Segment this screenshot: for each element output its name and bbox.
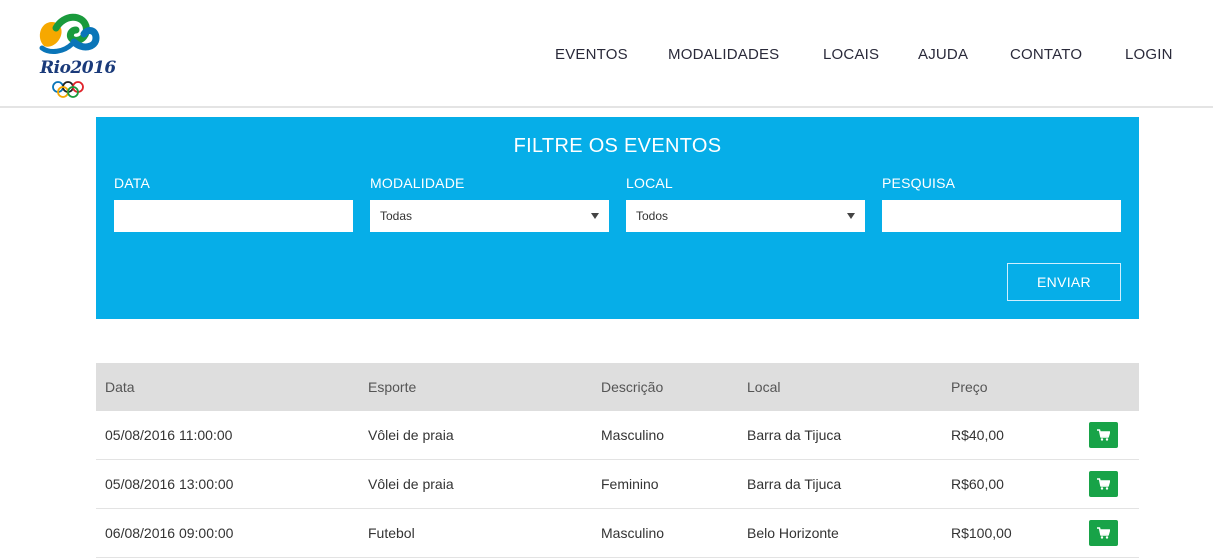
column-header-esporte[interactable]: Esporte: [368, 363, 416, 411]
event-filter-panel: FILTRE OS EVENTOS DATA MODALIDADE Todas …: [96, 117, 1139, 319]
cell-local: Belo Horizonte: [747, 525, 839, 541]
date-label: DATA: [114, 175, 151, 191]
caret-down-icon: [591, 213, 599, 219]
cell-descricao: Masculino: [601, 427, 665, 443]
modalidade-label: MODALIDADE: [370, 175, 465, 191]
filter-search-group: PESQUISA: [882, 175, 1121, 232]
cell-data: 05/08/2016 13:00:00: [105, 476, 234, 492]
search-input[interactable]: [882, 200, 1121, 232]
add-to-cart-button[interactable]: [1089, 471, 1118, 497]
filter-title: FILTRE OS EVENTOS: [513, 135, 722, 157]
cart-icon: [1097, 429, 1110, 441]
filter-date-group: DATA: [114, 175, 353, 232]
modalidade-selected-value: Todas: [380, 209, 413, 223]
nav-eventos[interactable]: EVENTOS: [555, 46, 628, 63]
cart-icon: [1097, 527, 1110, 539]
search-label: PESQUISA: [882, 175, 956, 191]
table-header: Data Esporte Descrição Local Preço: [96, 363, 1139, 411]
cell-local: Barra da Tijuca: [747, 476, 842, 492]
local-select[interactable]: Todos: [626, 200, 865, 232]
local-label: LOCAL: [626, 175, 673, 191]
cell-esporte: Futebol: [368, 525, 415, 541]
nav-ajuda[interactable]: AJUDA: [918, 46, 968, 63]
table-row: 05/08/2016 13:00:00 Vôlei de praia Femin…: [96, 460, 1139, 509]
cell-esporte: Vôlei de praia: [368, 476, 454, 492]
cell-data: 06/08/2016 09:00:00: [105, 525, 234, 541]
column-header-data[interactable]: Data: [105, 363, 135, 411]
add-to-cart-button[interactable]: [1089, 422, 1118, 448]
column-header-local[interactable]: Local: [747, 363, 780, 411]
filter-modalidade-group: MODALIDADE Todas: [370, 175, 609, 232]
filter-local-group: LOCAL Todos: [626, 175, 865, 232]
nav-modalidades[interactable]: MODALIDADES: [668, 46, 779, 63]
cell-preco: R$100,00: [951, 525, 1012, 541]
cell-preco: R$40,00: [951, 427, 1004, 443]
main-nav: EVENTOS MODALIDADES LOCAIS AJUDA CONTATO…: [0, 46, 1213, 66]
cell-preco: R$60,00: [951, 476, 1004, 492]
cell-esporte: Vôlei de praia: [368, 427, 454, 443]
table-row: 05/08/2016 11:00:00 Vôlei de praia Mascu…: [96, 411, 1139, 460]
cell-descricao: Feminino: [601, 476, 659, 492]
add-to-cart-button[interactable]: [1089, 520, 1118, 546]
caret-down-icon: [847, 213, 855, 219]
cell-local: Barra da Tijuca: [747, 427, 842, 443]
column-header-descricao[interactable]: Descrição: [601, 363, 663, 411]
nav-contato[interactable]: CONTATO: [1010, 46, 1082, 63]
submit-button[interactable]: ENVIAR: [1007, 263, 1121, 301]
local-selected-value: Todos: [636, 209, 669, 223]
table-row: 06/08/2016 09:00:00 Futebol Masculino Be…: [96, 509, 1139, 558]
cell-descricao: Masculino: [601, 525, 665, 541]
column-header-preco[interactable]: Preço: [951, 363, 988, 411]
modalidade-select[interactable]: Todas: [370, 200, 609, 232]
site-header: Rio2016 EVENTOS MODALIDADES LOCAIS AJUDA…: [0, 0, 1213, 108]
cart-icon: [1097, 478, 1110, 490]
nav-locais[interactable]: LOCAIS: [823, 46, 879, 63]
cell-data: 05/08/2016 11:00:00: [105, 427, 233, 443]
nav-login[interactable]: LOGIN: [1125, 46, 1173, 63]
events-table: Data Esporte Descrição Local Preço 05/08…: [96, 363, 1139, 558]
date-input[interactable]: [114, 200, 353, 232]
